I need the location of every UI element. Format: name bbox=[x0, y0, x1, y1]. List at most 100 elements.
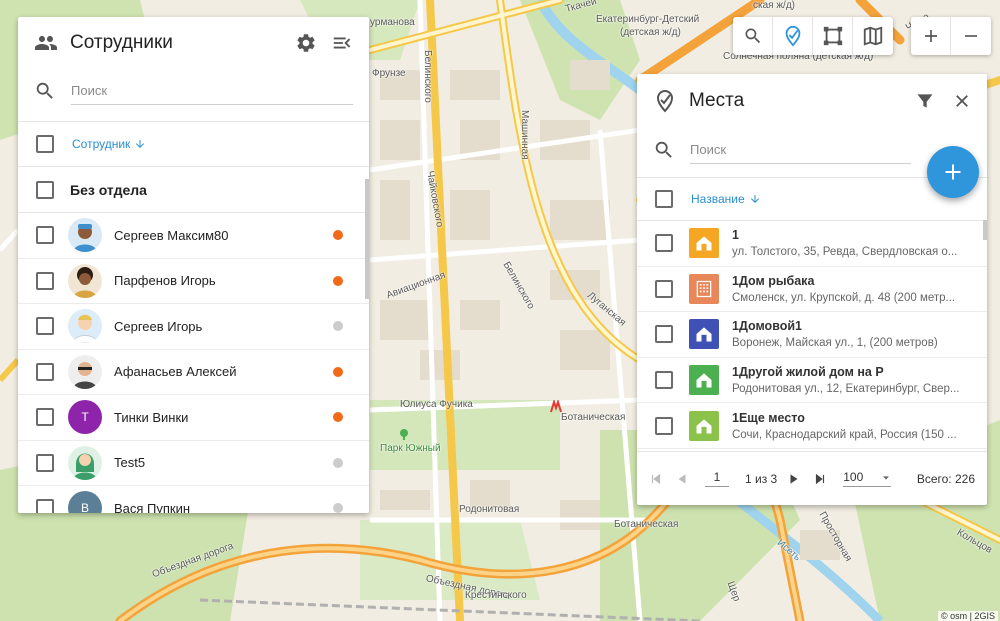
zoom-in-button[interactable] bbox=[911, 17, 951, 55]
place-checkbox[interactable] bbox=[655, 371, 673, 390]
add-place-button[interactable] bbox=[927, 146, 979, 198]
place-row[interactable]: 1Еще место Сочи, Краснодарский край, Рос… bbox=[637, 403, 987, 449]
street-label: Белинского bbox=[422, 50, 433, 103]
employees-column-header: Сотрудник bbox=[18, 121, 369, 167]
place-title: 1Другой жилой дом на Р bbox=[732, 365, 884, 380]
arrow-down-icon bbox=[750, 195, 759, 203]
prev-page-icon[interactable] bbox=[675, 472, 689, 486]
search-icon[interactable] bbox=[733, 17, 773, 55]
street-label: Родонитовая bbox=[459, 504, 520, 515]
select-all-checkbox[interactable] bbox=[655, 190, 673, 208]
status-dot bbox=[333, 457, 343, 468]
place-row[interactable]: 1Домовой1 Воронеж, Майская ул., 1, (200 … bbox=[637, 312, 987, 358]
select-all-checkbox[interactable] bbox=[36, 135, 54, 153]
filter-icon[interactable] bbox=[915, 91, 935, 111]
place-title: 1Домовой1 bbox=[732, 319, 802, 334]
people-icon bbox=[34, 31, 58, 55]
place-checkbox[interactable] bbox=[655, 325, 673, 344]
place-title: 1Дом рыбака bbox=[732, 273, 815, 288]
man-blond-icon bbox=[68, 309, 102, 344]
next-page-icon[interactable] bbox=[787, 472, 801, 486]
place-checkbox[interactable] bbox=[655, 234, 673, 253]
page-number-input[interactable]: 1 bbox=[705, 470, 729, 487]
employee-name: Test5 bbox=[114, 455, 146, 471]
places-panel: Места Название 1 ул. Толстого, 35, Ревда… bbox=[637, 74, 987, 505]
employee-row[interactable]: Афанасьев Алексей bbox=[18, 350, 369, 395]
gear-icon[interactable] bbox=[295, 32, 317, 54]
employee-checkbox[interactable] bbox=[36, 226, 54, 245]
employee-checkbox[interactable] bbox=[36, 271, 54, 290]
park-icon bbox=[400, 429, 408, 440]
employee-row[interactable]: Парфенов Игорь bbox=[18, 259, 369, 304]
place-address: Сочи, Краснодарский край, Россия (150 ..… bbox=[732, 428, 957, 441]
place-title: 1Еще место bbox=[732, 410, 805, 425]
place-title: 1 bbox=[732, 228, 739, 243]
street-label: Юлиуса Фучика bbox=[400, 399, 473, 410]
status-dot bbox=[333, 366, 343, 377]
metro-label: Ботаническая bbox=[561, 412, 626, 423]
zoom-out-button[interactable] bbox=[951, 17, 991, 55]
place-address: Родонитовая ул., 12, Екатеринбург, Свер.… bbox=[732, 383, 960, 396]
street-label: урманова bbox=[370, 17, 415, 28]
employee-checkbox[interactable] bbox=[36, 408, 54, 427]
place-checkbox[interactable] bbox=[655, 279, 673, 298]
search-icon bbox=[653, 139, 675, 161]
page-size-value: 100 bbox=[843, 470, 864, 484]
employee-row[interactable]: T Тинки Винки bbox=[18, 395, 369, 441]
avatar-initial: T bbox=[68, 400, 102, 435]
status-dot bbox=[333, 275, 343, 286]
employee-row[interactable]: В Вася Пупкин bbox=[18, 486, 369, 513]
employee-name: Тинки Винки bbox=[114, 409, 189, 425]
employee-checkbox[interactable] bbox=[36, 362, 54, 381]
employees-scrollbar[interactable] bbox=[365, 179, 369, 299]
employees-search-input[interactable] bbox=[71, 83, 353, 98]
places-search-input[interactable] bbox=[690, 142, 911, 157]
street-label: Машинная bbox=[519, 110, 530, 160]
employees-panel: Сотрудники Сотрудник Без отдела Сергеев … bbox=[18, 17, 369, 513]
sort-label: Название bbox=[691, 192, 745, 206]
places-icon[interactable] bbox=[773, 17, 813, 55]
place-checkbox[interactable] bbox=[655, 416, 673, 435]
doctor-icon bbox=[68, 218, 102, 253]
place-address: ул. Толстого, 35, Ревда, Свердловская о.… bbox=[732, 246, 958, 259]
employees-search bbox=[18, 69, 369, 113]
place-row[interactable]: 1Дом рыбака Смоленск, ул. Крупской, д. 4… bbox=[637, 267, 987, 313]
sort-by-name[interactable]: Название bbox=[691, 192, 761, 206]
map-layers-icon[interactable] bbox=[853, 17, 893, 55]
map-attribution[interactable]: © osm | 2GIS bbox=[938, 611, 998, 621]
map-tools bbox=[733, 17, 893, 55]
woman-green-icon bbox=[68, 445, 102, 480]
employee-checkbox[interactable] bbox=[36, 453, 54, 472]
places-scrollbar[interactable] bbox=[983, 220, 987, 240]
house-icon bbox=[689, 365, 719, 396]
page-size-select[interactable]: 100 bbox=[843, 470, 892, 487]
employee-name: Сергеев Максим80 bbox=[114, 227, 229, 243]
place-row[interactable]: 1Другой жилой дом на Р Родонитовая ул., … bbox=[637, 358, 987, 404]
plus-icon bbox=[945, 164, 961, 180]
group-row[interactable]: Без отдела bbox=[18, 167, 369, 213]
chevron-down-icon bbox=[883, 476, 890, 480]
employee-row[interactable]: Test5 bbox=[18, 441, 369, 486]
employee-checkbox[interactable] bbox=[36, 499, 54, 513]
zoom-controls bbox=[911, 17, 991, 55]
close-icon[interactable] bbox=[953, 92, 971, 110]
last-page-icon[interactable] bbox=[813, 472, 827, 486]
sort-by-employee[interactable]: Сотрудник bbox=[72, 137, 146, 151]
group-name: Без отдела bbox=[70, 181, 147, 198]
employee-checkbox[interactable] bbox=[36, 317, 54, 336]
station-label: Ботаническая bbox=[614, 519, 679, 530]
first-page-icon[interactable] bbox=[649, 472, 663, 486]
employee-row[interactable]: Сергеев Игорь bbox=[18, 304, 369, 350]
status-dot bbox=[333, 230, 343, 241]
polygon-icon[interactable] bbox=[813, 17, 853, 55]
employee-name: Парфенов Игорь bbox=[114, 273, 216, 289]
station-label: ская ж/д) bbox=[753, 0, 795, 11]
group-checkbox[interactable] bbox=[36, 180, 54, 199]
collapse-menu-icon[interactable] bbox=[331, 32, 353, 54]
man-curly-icon bbox=[68, 263, 102, 298]
place-address: Смоленск, ул. Крупской, д. 48 (200 метр.… bbox=[732, 291, 956, 304]
street-label: Крестинского bbox=[465, 590, 527, 601]
place-row[interactable]: 1 ул. Толстого, 35, Ревда, Свердловская … bbox=[637, 221, 987, 267]
employee-row[interactable]: Сергеев Максим80 bbox=[18, 213, 369, 259]
places-search bbox=[637, 128, 927, 172]
